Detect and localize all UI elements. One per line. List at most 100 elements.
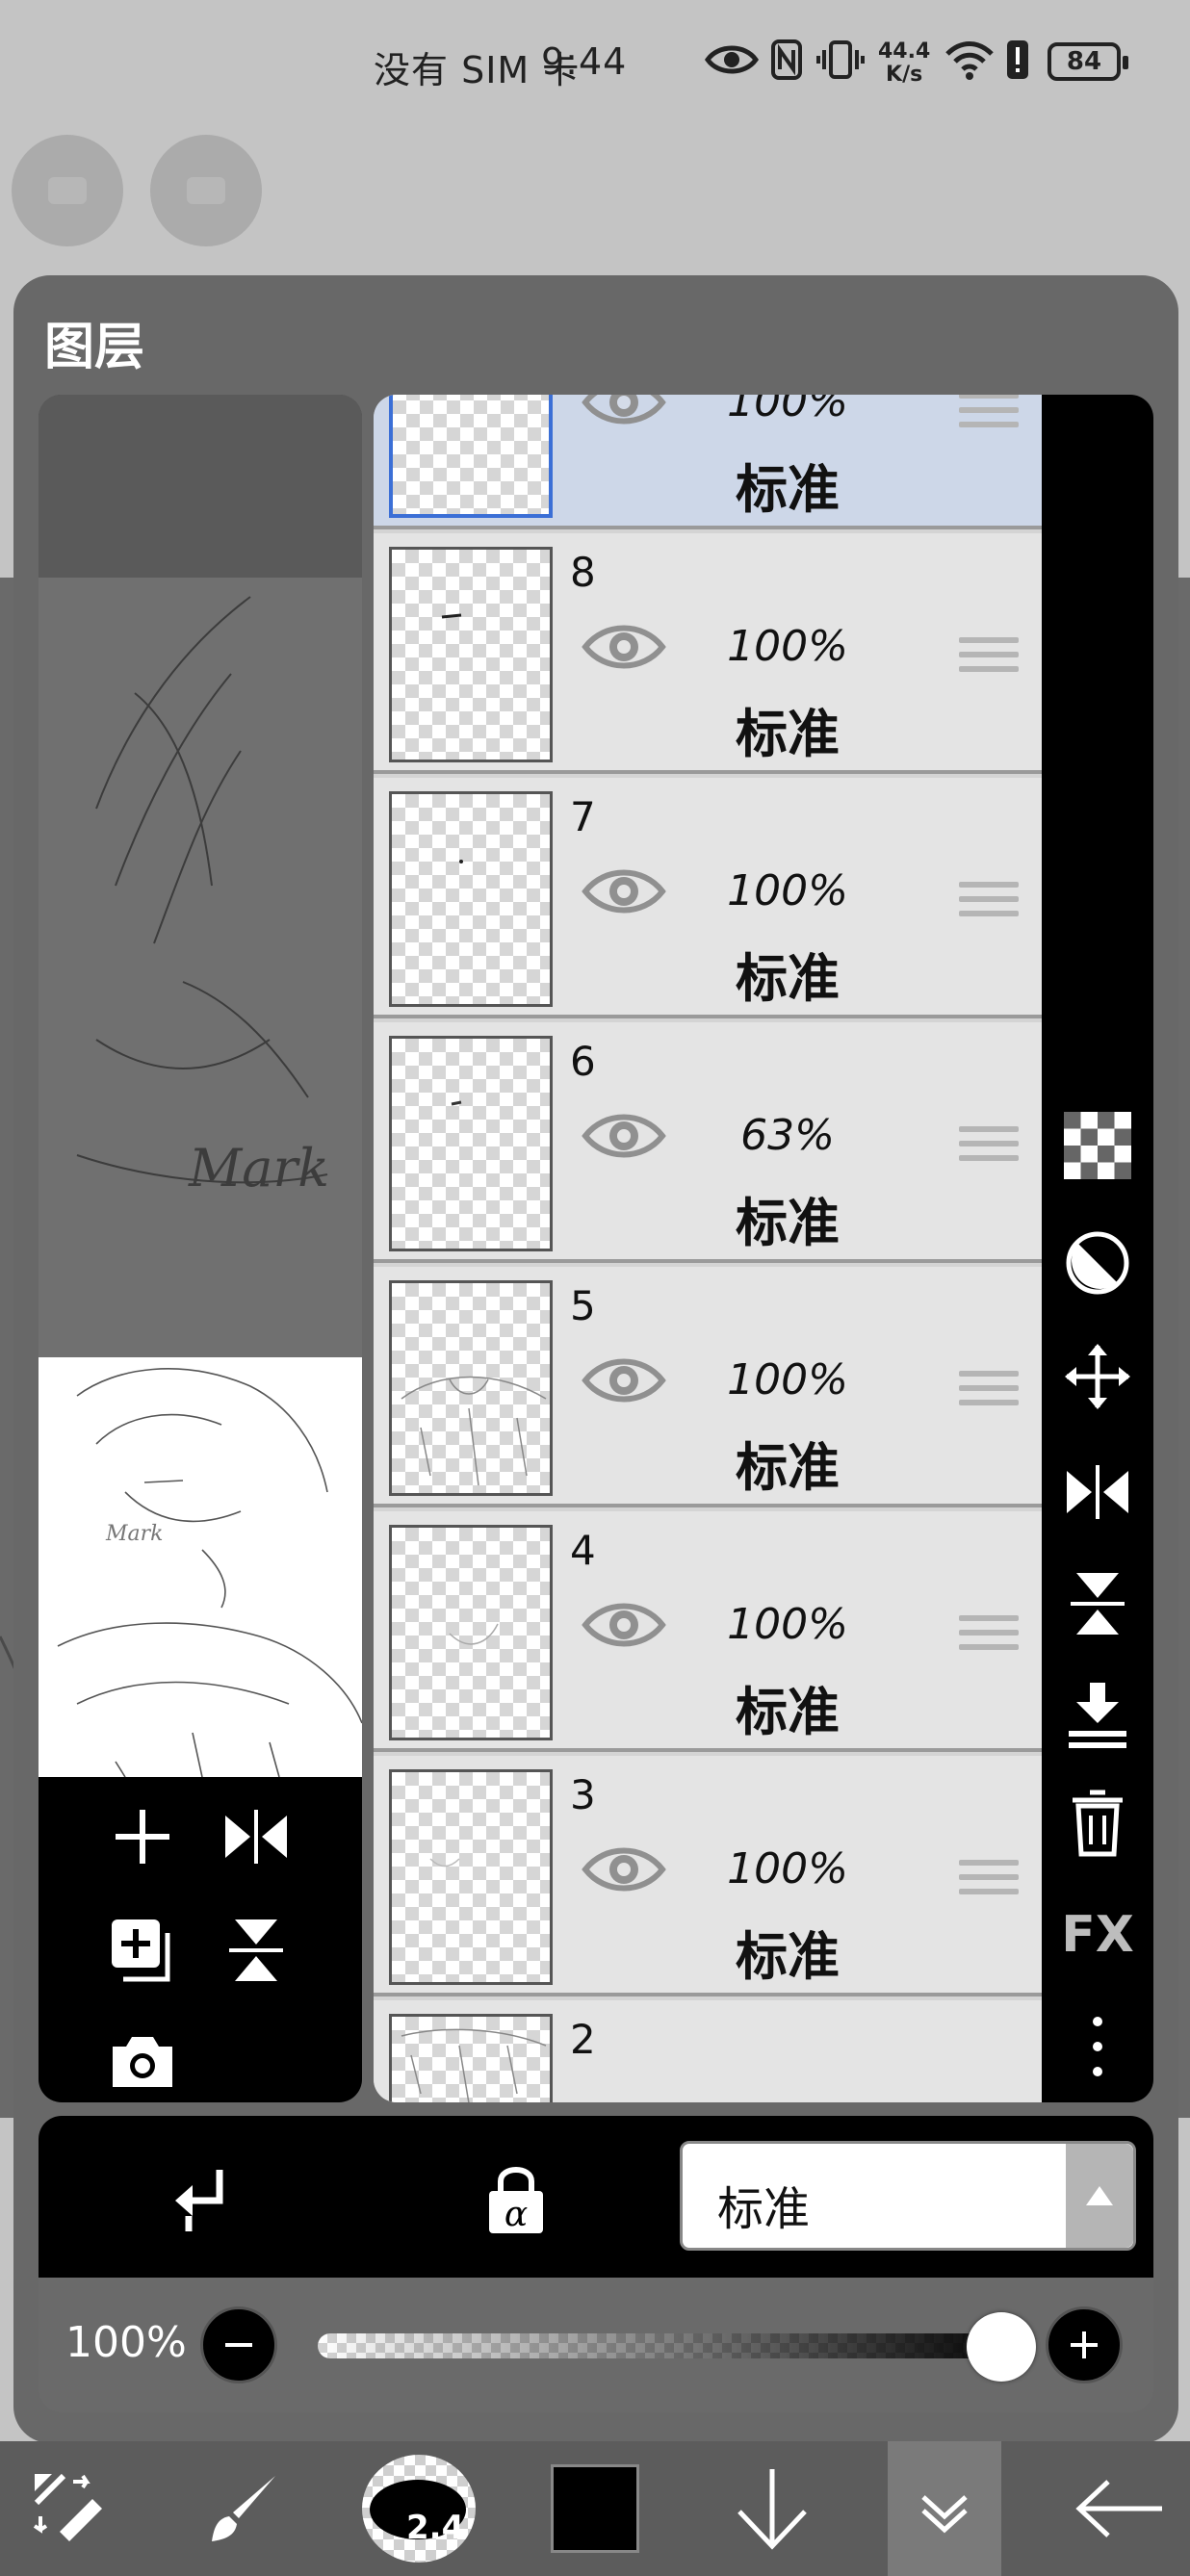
opacity-increase-button[interactable] xyxy=(1046,2306,1123,2383)
preview-overlay xyxy=(39,395,362,578)
drag-handle-icon[interactable] xyxy=(959,395,1019,433)
dropdown-arrow[interactable] xyxy=(1066,2144,1133,2248)
layer-number: 6 xyxy=(570,1038,596,1085)
layer-blend-mode: 标准 xyxy=(736,948,840,1009)
alpha-lock-button[interactable]: α xyxy=(476,2158,556,2239)
svg-text:Mark: Mark xyxy=(105,1522,164,1546)
more-options-button[interactable] xyxy=(1059,2008,1136,2085)
opacity-decrease-button[interactable] xyxy=(200,2306,277,2383)
layer-row[interactable]: 8 100% 标准 xyxy=(374,533,1042,774)
eye-icon[interactable] xyxy=(582,861,666,922)
svg-text:Mark: Mark xyxy=(188,1138,329,1198)
network-speed: 44.4 K/s xyxy=(878,39,931,87)
fx-button[interactable]: FX xyxy=(1059,1896,1136,1973)
flip-vertical-button[interactable] xyxy=(218,1912,295,1989)
opacity-slider-thumb[interactable] xyxy=(967,2312,1036,2382)
opacity-slider[interactable] xyxy=(318,2333,1021,2358)
drag-handle-icon[interactable] xyxy=(959,1860,1019,1900)
layer-row[interactable]: 3 100% 标准 xyxy=(374,1756,1042,1996)
preview-image: Mark xyxy=(39,1357,362,1778)
brush-icon xyxy=(212,2476,275,2541)
flip-vertical-icon xyxy=(1071,1573,1125,1635)
layer-row[interactable]: 100% 标准 xyxy=(374,395,1042,529)
back-button[interactable] xyxy=(1067,2441,1173,2576)
more-vertical-icon xyxy=(1093,2017,1102,2076)
watermark-mark: Mark xyxy=(188,1138,329,1198)
flip-horizontal-button[interactable] xyxy=(218,1798,295,1875)
layer-blend-mode: 标准 xyxy=(736,459,840,520)
eye-icon[interactable] xyxy=(582,1105,666,1167)
contrast-button[interactable] xyxy=(1059,1224,1136,1301)
contrast-icon xyxy=(1066,1231,1129,1295)
merge-down-button[interactable] xyxy=(1059,1677,1136,1754)
duplicate-layer-button[interactable] xyxy=(104,1912,181,1989)
drag-handle-icon[interactable] xyxy=(959,1615,1019,1656)
move-button[interactable] xyxy=(1059,1338,1136,1415)
layer-thumbnail xyxy=(389,1280,553,1496)
layer-list[interactable]: 100% 标准 8 100% 标准 7 100% 标准 6 63% 标准 5 1… xyxy=(374,395,1042,2102)
drag-handle-icon[interactable] xyxy=(959,882,1019,922)
brush-tool-button[interactable] xyxy=(196,2441,289,2576)
layer-row[interactable]: 5 100% 标准 xyxy=(374,1267,1042,1507)
drag-handle-icon[interactable] xyxy=(959,637,1019,678)
layer-row[interactable]: 6 63% 标准 xyxy=(374,1022,1042,1263)
layer-blend-mode: 标准 xyxy=(736,704,840,764)
layer-thumbnail xyxy=(389,791,553,1007)
eye-icon[interactable] xyxy=(582,1350,666,1411)
flip-vertical-button[interactable] xyxy=(1059,1565,1136,1642)
layer-row[interactable]: 4 100% 标准 xyxy=(374,1511,1042,1752)
preview-sketch xyxy=(76,596,328,1184)
layer-blend-mode: 标准 xyxy=(736,1682,840,1742)
flip-vertical-icon xyxy=(229,1919,283,1981)
layer-row[interactable]: 2 xyxy=(374,2000,1042,2102)
opacity-value: 100% xyxy=(65,2318,187,2367)
alpha-lock-icon: α xyxy=(489,2167,543,2234)
color-swatch[interactable] xyxy=(551,2464,639,2553)
layer-down-button[interactable] xyxy=(724,2441,820,2576)
redo-button[interactable] xyxy=(150,135,262,246)
layer-opacity: 100% xyxy=(727,395,848,426)
layer-blend-mode: 标准 xyxy=(736,1437,840,1498)
plus-icon xyxy=(1071,2331,1098,2358)
camera-button[interactable] xyxy=(104,2023,181,2100)
layer-opacity: 63% xyxy=(740,1111,835,1160)
blend-mode-select[interactable]: 标准 xyxy=(680,2141,1136,2251)
flip-horizontal-button[interactable] xyxy=(1059,1454,1136,1531)
transparency-button[interactable] xyxy=(1059,1107,1136,1184)
eye-icon[interactable] xyxy=(582,1594,666,1656)
battery-indicator: 84 xyxy=(1048,42,1128,81)
brush-size-value: 2.4 xyxy=(406,2509,465,2547)
blend-mode-bar: α 标准 xyxy=(39,2116,1153,2278)
add-layer-button[interactable] xyxy=(104,1798,181,1875)
transform-tool-button[interactable] xyxy=(23,2441,116,2576)
clipping-button[interactable] xyxy=(162,2158,243,2239)
blend-mode-value: 标准 xyxy=(717,2182,811,2236)
layer-number: 5 xyxy=(570,1282,596,1329)
layer-thumbnail xyxy=(389,1525,553,1740)
layer-panel-button[interactable] xyxy=(888,2441,1001,2576)
delete-layer-button[interactable] xyxy=(1059,1785,1136,1862)
drag-handle-icon[interactable] xyxy=(959,1371,1019,1411)
eye-icon[interactable] xyxy=(582,1839,666,1900)
layer-blend-mode: 标准 xyxy=(736,1926,840,1987)
flip-horizontal-icon xyxy=(225,1810,287,1864)
eye-icon[interactable] xyxy=(582,395,666,433)
layer-thumbnail xyxy=(389,1769,553,1985)
layer-thumbnail xyxy=(389,395,553,518)
status-bar: 没有 SIM 卡 9:44 44.4 K/s 84 xyxy=(0,0,1190,135)
drag-handle-icon[interactable] xyxy=(959,1126,1019,1167)
layer-row[interactable]: 7 100% 标准 xyxy=(374,778,1042,1018)
layer-number: 7 xyxy=(570,793,596,840)
merge-down-icon xyxy=(1069,1683,1126,1748)
bottom-toolbar: 2.4 xyxy=(0,2441,1190,2576)
undo-button[interactable] xyxy=(12,135,123,246)
fx-label: FX xyxy=(1061,1906,1134,1964)
layer-number: 3 xyxy=(570,1771,596,1818)
eye-icon[interactable] xyxy=(582,616,666,678)
duplicate-layer-icon xyxy=(112,1919,170,1982)
canvas-preview: Mark Mark xyxy=(39,395,362,2102)
double-chevron-down-icon xyxy=(921,2495,968,2534)
transform-icon xyxy=(33,2473,102,2541)
brush-size-button[interactable]: 2.4 xyxy=(362,2455,476,2563)
layer-opacity: 100% xyxy=(727,1355,848,1404)
